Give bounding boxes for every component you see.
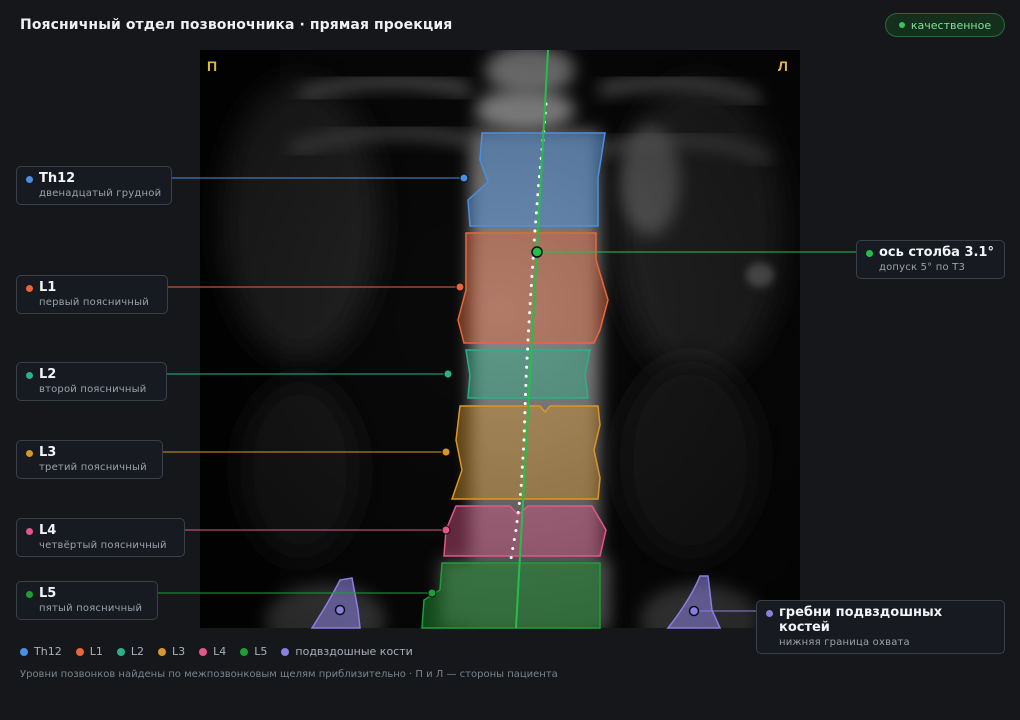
th12-dot-icon <box>26 176 33 183</box>
callout-title: L4 <box>39 523 57 538</box>
marker-axis <box>531 246 543 258</box>
legend-dot-icon <box>157 647 166 656</box>
legend-dot-icon <box>116 647 125 656</box>
callout-axis[interactable]: ось столба 3.1° допуск 5° по Т3 <box>856 240 1005 279</box>
iliac-dot-icon <box>766 610 773 617</box>
marker-l5 <box>427 588 437 598</box>
legend-label: L1 <box>89 645 103 658</box>
vertebra-l4-outline <box>443 505 607 557</box>
legend-label: L5 <box>254 645 268 658</box>
legend-dot-icon <box>199 647 208 656</box>
marker-iliac-right <box>334 604 346 616</box>
callout-subtitle: первый поясничный <box>39 297 149 308</box>
legend-dot-icon <box>281 647 290 656</box>
legend-item-l3[interactable]: L3 <box>157 645 186 658</box>
marker-l1 <box>455 282 465 292</box>
callout-title: Th12 <box>39 171 76 186</box>
legend-label: L2 <box>130 645 144 658</box>
l3-dot-icon <box>26 450 33 457</box>
marker-iliac-left <box>688 605 700 617</box>
callout-l4[interactable]: L4 четвёртый поясничный <box>16 518 185 557</box>
callout-subtitle: второй поясничный <box>39 384 147 395</box>
vertebra-l5-outline <box>421 562 601 629</box>
callout-subtitle: третий поясничный <box>39 462 147 473</box>
callout-l5[interactable]: L5 пятый поясничный <box>16 581 158 620</box>
legend-item-l5[interactable]: L5 <box>240 645 267 658</box>
legend-dot-icon <box>75 647 84 656</box>
legend-item-th12[interactable]: Th12 <box>20 645 62 658</box>
l4-dot-icon <box>26 528 33 535</box>
legend-label: подвздошные кости <box>295 645 413 658</box>
l5-dot-icon <box>26 591 33 598</box>
callout-l3[interactable]: L3 третий поясничный <box>16 440 163 479</box>
legend-label: L4 <box>213 645 227 658</box>
axis-callout-subtitle: допуск 5° по Т3 <box>879 262 966 273</box>
callout-iliac[interactable]: гребни подвздошных костей нижняя граница… <box>756 600 1005 654</box>
legend-label: Th12 <box>34 645 62 658</box>
callout-subtitle: пятый поясничный <box>39 603 143 614</box>
iliac-callout-title: гребни подвздошных костей <box>779 605 943 635</box>
callout-th12[interactable]: Th12 двенадцатый грудной <box>16 166 172 205</box>
legend: Th12 L1 L2 L3 L4 L5 подвздошные кости <box>20 645 413 658</box>
callout-title: L2 <box>39 367 57 382</box>
legend-item-l1[interactable]: L1 <box>75 645 103 658</box>
l2-dot-icon <box>26 372 33 379</box>
axis-dot-icon <box>866 250 873 257</box>
iliac-callout-subtitle: нижняя граница охвата <box>779 637 910 648</box>
legend-item-l4[interactable]: L4 <box>199 645 226 658</box>
callout-title: L5 <box>39 586 57 601</box>
legend-label: L3 <box>171 645 186 658</box>
callout-title: L1 <box>39 280 57 295</box>
marker-l3 <box>441 447 451 457</box>
legend-dot-icon <box>240 647 249 656</box>
marker-th12 <box>459 173 469 183</box>
callout-subtitle: двенадцатый грудной <box>39 188 162 199</box>
marker-l4 <box>441 525 451 535</box>
legend-dot-icon <box>20 647 28 656</box>
legend-item-l2[interactable]: L2 <box>116 645 144 658</box>
callout-subtitle: четвёртый поясничный <box>39 540 167 551</box>
marker-l2 <box>443 369 453 379</box>
callout-title: L3 <box>39 445 57 460</box>
callout-l1[interactable]: L1 первый поясничный <box>16 275 168 314</box>
footnote: Уровни позвонков найдены по межпозвонков… <box>20 669 558 680</box>
side-marker-right: П <box>207 58 217 74</box>
axis-callout-title: ось столба 3.1° <box>879 245 994 260</box>
callout-l2[interactable]: L2 второй поясничный <box>16 362 167 401</box>
legend-item-iliac[interactable]: подвздошные кости <box>281 645 413 658</box>
l1-dot-icon <box>26 285 33 292</box>
side-marker-left: Л <box>778 58 788 74</box>
